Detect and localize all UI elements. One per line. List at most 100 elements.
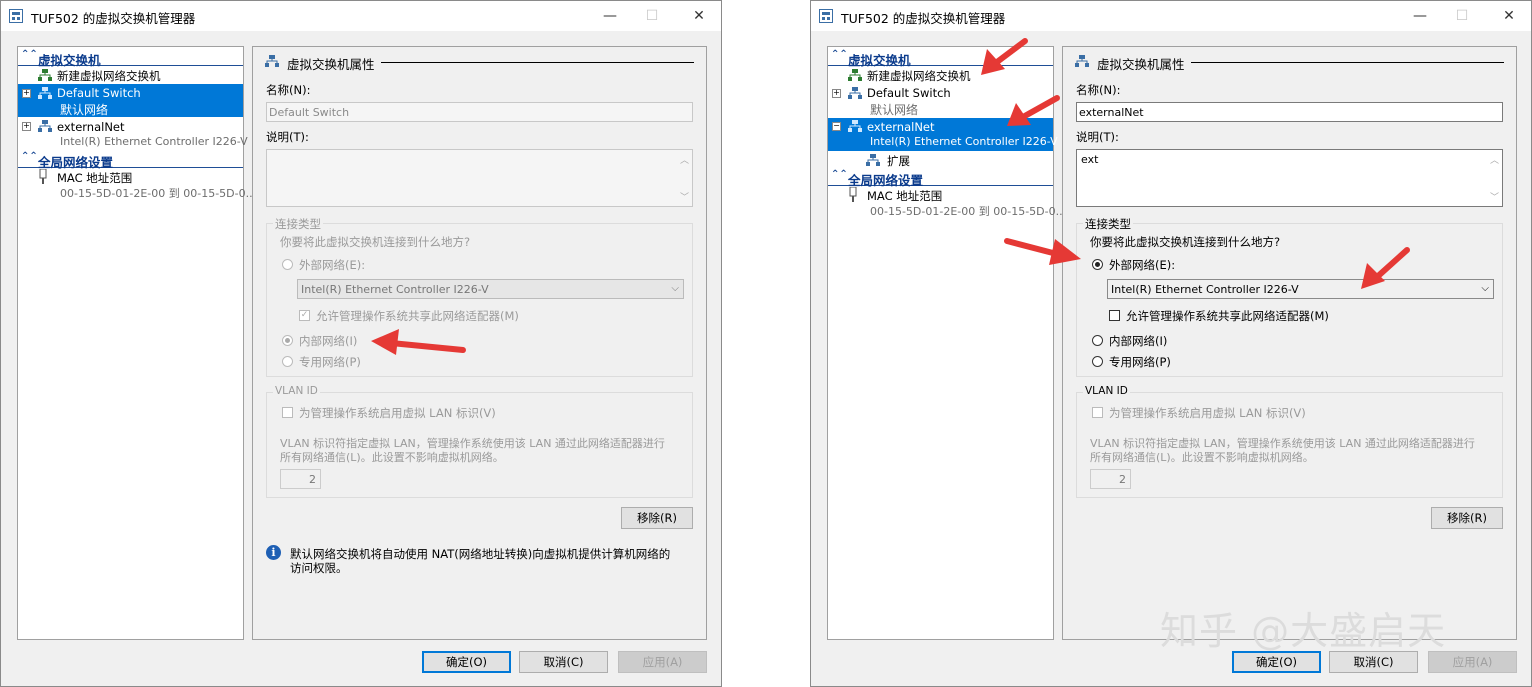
new-switch-icon (848, 69, 862, 81)
adapter-select[interactable]: Intel(R) Ethernet Controller I226-V ⌵ (1107, 279, 1494, 299)
external-network-label: 外部网络(E): (299, 258, 366, 272)
vlan-checkbox-label: 为管理操作系统启用虚拟 LAN 标识(V) (1109, 406, 1306, 420)
network-switch-icon (848, 120, 862, 132)
allow-share-label: 允许管理操作系统共享此网络适配器(M) (316, 309, 519, 323)
usb-plug-icon (39, 169, 47, 184)
properties-panel: 虚拟交换机属性 名称(N): Default Switch 说明(T): ︿ ﹀ … (252, 46, 707, 640)
tree-section-global[interactable]: ⌃⌃ 全局网络设置 (18, 151, 243, 170)
close-icon[interactable]: ✕ (1494, 7, 1524, 25)
right-dialog-window: TUF502 的虚拟交换机管理器 — ☐ ✕ ⌃⌃ 虚拟交换机 新建虚拟网络交换… (810, 0, 1532, 687)
minimize-icon[interactable]: — (595, 7, 625, 25)
remove-button[interactable]: 移除(R) (1431, 507, 1503, 529)
chevron-down-icon: ⌵ (671, 283, 679, 294)
adapter-select-value: Intel(R) Ethernet Controller I226-V (301, 283, 489, 296)
internal-network-radio[interactable] (282, 335, 293, 346)
private-network-label: 专用网络(P) (299, 355, 361, 369)
connection-type-group: 连接类型 你要将此虚拟交换机连接到什么地方? 外部网络(E): Intel(R)… (1076, 216, 1503, 377)
description-field[interactable]: ︿ ﹀ (266, 149, 693, 207)
private-network-radio[interactable] (1092, 356, 1103, 367)
tree-section-switches[interactable]: ⌃⌃ 虚拟交换机 (18, 49, 243, 68)
allow-share-label: 允许管理操作系统共享此网络适配器(M) (1126, 309, 1329, 323)
vlan-id-input[interactable]: 2 (1090, 469, 1131, 489)
tree-sublabel: 00-15-5D-01-2E-00 到 00-15-5D-0... (60, 187, 257, 200)
description-scrollbar[interactable]: ︿ ﹀ (677, 150, 692, 206)
external-network-label: 外部网络(E): (1109, 258, 1176, 272)
vlan-checkbox[interactable] (282, 407, 293, 418)
network-switch-icon (866, 154, 880, 166)
external-network-radio[interactable] (282, 259, 293, 270)
tree-item-default-switch[interactable]: + Default Switch 默认网络 (18, 84, 243, 117)
private-network-radio[interactable] (282, 356, 293, 367)
network-switch-icon (265, 55, 279, 67)
info-text-line2: 访问权限。 (290, 561, 348, 575)
tree-sublabel: 默认网络 (60, 103, 109, 117)
tree-section-global[interactable]: ⌃⌃ 全局网络设置 (828, 169, 1053, 188)
maximize-icon[interactable]: ☐ (1447, 7, 1477, 25)
maximize-icon[interactable]: ☐ (637, 7, 667, 25)
apply-button[interactable]: 应用(A) (618, 651, 707, 673)
expand-plus-icon[interactable]: + (22, 122, 31, 131)
vlan-caption: VLAN ID (1083, 385, 1130, 397)
title-bar[interactable]: TUF502 的虚拟交换机管理器 — ☐ ✕ (811, 1, 1531, 31)
tree-label: 新建虚拟网络交换机 (57, 69, 161, 83)
vlan-description-line2: 所有网络通信(L)。此设置不影响虚拟机网络。 (280, 451, 504, 464)
red-arrow-annotation (1361, 247, 1410, 289)
external-network-radio[interactable] (1092, 259, 1103, 270)
tree-sublabel: 00-15-5D-01-2E-00 到 00-15-5D-0... (870, 205, 1067, 218)
properties-panel: 虚拟交换机属性 名称(N): externalNet 说明(T): ext ︿ ﹀… (1062, 46, 1517, 640)
connection-question: 你要将此虚拟交换机连接到什么地方? (1090, 235, 1281, 249)
switch-manager-icon (819, 9, 833, 23)
name-field[interactable]: Default Switch (266, 102, 693, 122)
network-switch-icon (38, 120, 52, 132)
tree-item-new-switch[interactable]: 新建虚拟网络交换机 (18, 66, 243, 84)
expand-plus-icon[interactable]: + (832, 89, 841, 98)
remove-button[interactable]: 移除(R) (621, 507, 693, 529)
network-switch-icon (848, 87, 862, 99)
collapse-chevron-icon: ⌃⌃ (831, 49, 848, 60)
tree-label: MAC 地址范围 (57, 171, 133, 185)
name-field[interactable]: externalNet (1076, 102, 1503, 122)
title-bar[interactable]: TUF502 的虚拟交换机管理器 — ☐ ✕ (1, 1, 721, 31)
vlan-group: VLAN ID 为管理操作系统启用虚拟 LAN 标识(V) VLAN 标识符指定… (1076, 385, 1503, 498)
ok-button[interactable]: 确定(O) (422, 651, 511, 673)
expand-plus-icon[interactable]: + (22, 89, 31, 98)
connection-type-caption: 连接类型 (273, 216, 323, 232)
red-arrow-annotation (371, 329, 466, 355)
cancel-button[interactable]: 取消(C) (519, 651, 608, 673)
close-icon[interactable]: ✕ (684, 7, 714, 25)
adapter-select[interactable]: Intel(R) Ethernet Controller I226-V ⌵ (297, 279, 684, 299)
info-icon: i (266, 545, 281, 560)
collapse-minus-icon[interactable]: − (832, 122, 841, 131)
tree-item-mac-range[interactable]: MAC 地址范围 00-15-5D-01-2E-00 到 00-15-5D-0.… (828, 186, 1066, 219)
red-arrow-annotation (981, 38, 1028, 75)
tree-label: Default Switch (57, 86, 141, 100)
internal-network-radio[interactable] (1092, 335, 1103, 346)
tree-label: 扩展 (887, 154, 910, 168)
collapse-chevron-icon: ⌃⌃ (21, 49, 38, 60)
vlan-checkbox[interactable] (1092, 407, 1103, 418)
description-field[interactable]: ext ︿ ﹀ (1076, 149, 1503, 207)
network-switch-icon (1075, 55, 1089, 67)
private-network-label: 专用网络(P) (1109, 355, 1171, 369)
switch-tree: ⌃⌃ 虚拟交换机 新建虚拟网络交换机 + Default Switch 默认网络… (827, 46, 1066, 640)
panel-header: 虚拟交换机属性 (287, 57, 375, 72)
internal-network-label: 内部网络(I) (1109, 334, 1168, 348)
adapter-select-value: Intel(R) Ethernet Controller I226-V (1111, 283, 1299, 296)
header-divider (381, 62, 694, 63)
connection-type-caption: 连接类型 (1083, 216, 1133, 232)
allow-share-checkbox[interactable] (1109, 310, 1120, 321)
tree-item-extensions[interactable]: 扩展 (828, 151, 1053, 169)
tree-label: Default Switch (867, 86, 951, 100)
name-label: 名称(N): (1076, 83, 1121, 97)
description-text: ext (1081, 153, 1099, 166)
collapse-chevron-icon: ⌃⌃ (21, 151, 38, 162)
minimize-icon[interactable]: — (1405, 7, 1435, 25)
tree-item-externalnet[interactable]: + externalNet Intel(R) Ethernet Controll… (18, 118, 248, 151)
tree-item-mac-range[interactable]: MAC 地址范围 00-15-5D-01-2E-00 到 00-15-5D-0.… (18, 168, 256, 201)
header-divider (1191, 62, 1504, 63)
vlan-id-input[interactable]: 2 (280, 469, 321, 489)
allow-share-checkbox[interactable]: ✓ (299, 310, 310, 321)
description-scrollbar[interactable]: ︿ ﹀ (1487, 150, 1502, 206)
internal-network-label: 内部网络(I) (299, 334, 358, 348)
left-dialog-window: TUF502 的虚拟交换机管理器 — ☐ ✕ ⌃⌃ 虚拟交换机 新建虚拟网络交换… (0, 0, 722, 687)
